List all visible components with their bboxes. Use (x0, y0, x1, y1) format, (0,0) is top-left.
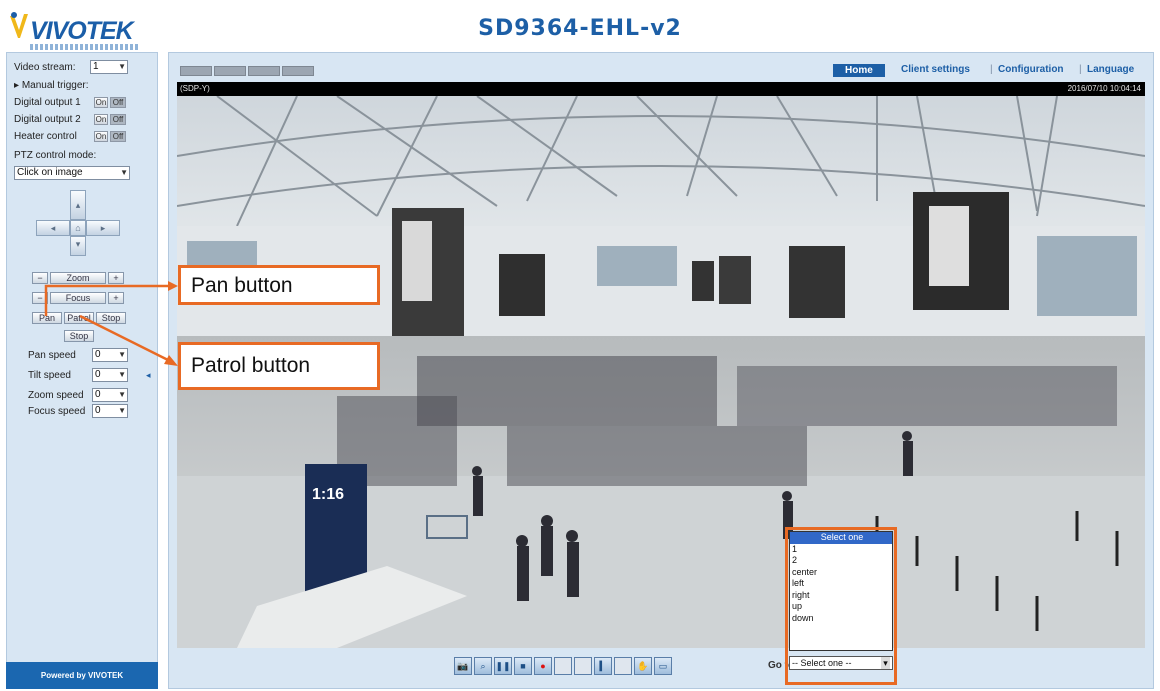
volume-icon[interactable] (554, 657, 572, 675)
snapshot-icon[interactable]: 📷 (454, 657, 472, 675)
digital-zoom-icon[interactable]: ⌕ (474, 657, 492, 675)
focus-far-button[interactable]: + (108, 292, 124, 304)
home-center-button[interactable]: ⌂ (70, 220, 86, 236)
zoom-speed-label: Zoom speed (28, 390, 84, 401)
manual-trigger-text: Manual trigger: (21, 80, 89, 91)
talk-icon[interactable]: ▍ (594, 657, 612, 675)
heater-on-button[interactable]: On (94, 131, 108, 142)
preset-option[interactable]: center (790, 567, 892, 579)
stop-button[interactable]: Stop (96, 312, 126, 324)
digital-output-1-label: Digital output 1 (14, 97, 81, 108)
mic-icon[interactable] (614, 657, 632, 675)
ptz-mode-label: PTZ control mode: (14, 150, 97, 161)
pause-icon[interactable]: ❚❚ (494, 657, 512, 675)
nav-configuration[interactable]: Configuration (998, 64, 1064, 75)
focus-near-button[interactable]: − (32, 292, 48, 304)
nav-home[interactable]: Home (833, 64, 885, 77)
preset-option[interactable]: down (790, 613, 892, 625)
focus-speed-select[interactable]: 0 (92, 404, 128, 418)
zoom-label: Zoom (50, 272, 106, 284)
ptz-mode-select[interactable]: Click on image (14, 166, 130, 180)
tilt-down-button[interactable]: ▾ (70, 236, 86, 256)
heater-off-button[interactable]: Off (110, 131, 126, 142)
video-caption-bar: (SDP-Y) 2016/07/10 10:04:14 (177, 82, 1145, 96)
heater-control-label: Heater control (14, 131, 77, 142)
preset-option[interactable]: right (790, 590, 892, 602)
nav-language[interactable]: Language (1087, 64, 1134, 75)
stop-button-2[interactable]: Stop (64, 330, 94, 342)
ptz-direction-pad: ▴ ◂ ⌂ ▸ ▾ (36, 190, 120, 256)
zoom-out-button[interactable]: − (32, 272, 48, 284)
zoom-in-button[interactable]: + (108, 272, 124, 284)
pan-right-button[interactable]: ▸ (86, 220, 120, 236)
stream-tab-1[interactable] (180, 66, 212, 76)
page-title: SD9364-EHL-v2 (478, 16, 682, 41)
video-stream-select[interactable]: 1 (90, 60, 128, 74)
pan-button[interactable]: Pan (32, 312, 62, 324)
digital-output-2-off-button[interactable]: Off (110, 114, 126, 125)
stop-icon[interactable]: ■ (514, 657, 532, 675)
collapse-panel-icon[interactable]: ◂ (146, 370, 151, 381)
manual-trigger-label: ▸ Manual trigger: (14, 80, 89, 91)
pan-left-button[interactable]: ◂ (36, 220, 70, 236)
tilt-speed-label: Tilt speed (28, 370, 71, 381)
fullscreen-icon[interactable]: ▭ (654, 657, 672, 675)
digital-output-1-off-button[interactable]: Off (110, 97, 126, 108)
powered-by-footer: Powered by VIVOTEK (6, 662, 158, 689)
digital-output-2-label: Digital output 2 (14, 114, 81, 125)
ptz-icon[interactable]: ✋ (634, 657, 652, 675)
nav-separator: | (1079, 64, 1082, 75)
nav-client-settings[interactable]: Client settings (901, 64, 970, 75)
tilt-speed-select[interactable]: 0 (92, 368, 128, 382)
mute-icon[interactable] (574, 657, 592, 675)
digital-output-1-on-button[interactable]: On (94, 97, 108, 108)
preset-option[interactable]: 1 (790, 544, 892, 556)
pan-speed-label: Pan speed (28, 350, 76, 361)
tilt-up-button[interactable]: ▴ (70, 190, 86, 220)
preset-option[interactable]: 2 (790, 555, 892, 567)
focus-label: Focus (50, 292, 106, 304)
patrol-button[interactable]: Patrol (64, 312, 94, 324)
video-channel-name: (SDP-Y) (180, 84, 210, 93)
focus-speed-label: Focus speed (28, 406, 86, 417)
pan-button-callout: Pan button (178, 265, 380, 305)
preset-option[interactable]: up (790, 601, 892, 613)
digital-output-2-on-button[interactable]: On (94, 114, 108, 125)
video-stream-label: Video stream: (14, 62, 76, 73)
preset-dropdown-list[interactable]: Select one 1 2 center left right up down (789, 531, 893, 651)
preset-option[interactable]: Select one (790, 532, 892, 544)
video-timestamp: 2016/07/10 10:04:14 (1067, 84, 1141, 93)
stream-tab-3[interactable] (248, 66, 280, 76)
patrol-button-callout: Patrol button (178, 342, 380, 390)
goto-preset-select[interactable]: -- Select one -- (789, 656, 893, 670)
pan-speed-select[interactable]: 0 (92, 348, 128, 362)
zoom-speed-select[interactable]: 0 (92, 388, 128, 402)
logo-underline (30, 44, 140, 50)
stream-tab-2[interactable] (214, 66, 246, 76)
record-icon[interactable]: ● (534, 657, 552, 675)
preset-option[interactable]: left (790, 578, 892, 590)
sign-text: 1:16 (312, 486, 344, 503)
nav-separator: | (990, 64, 993, 75)
stream-tab-4[interactable] (282, 66, 314, 76)
